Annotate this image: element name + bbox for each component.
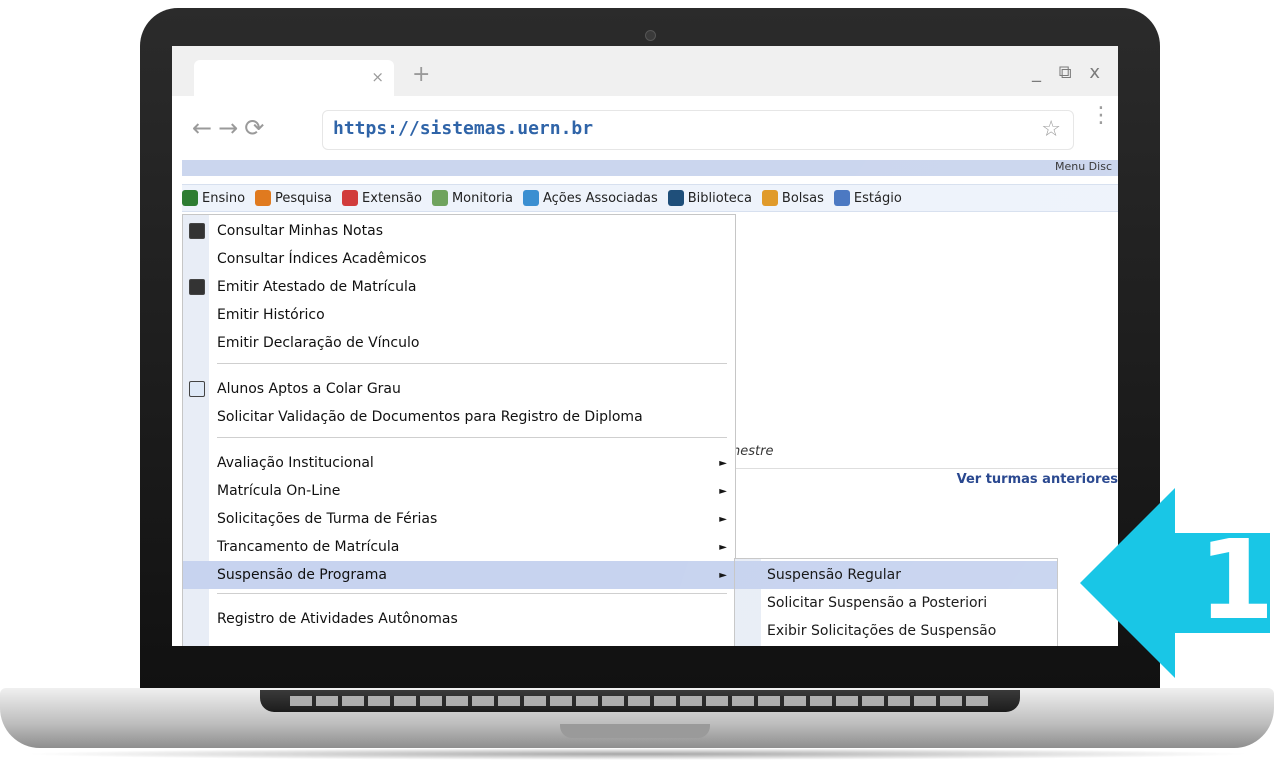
dropdown-item-emitir-atestado-de-matricula[interactable]: Emitir Atestado de Matrícula	[183, 273, 735, 301]
flask-icon	[255, 190, 272, 206]
books-icon	[182, 190, 198, 206]
dropdown-item-label: Matrícula On-Line	[217, 483, 341, 499]
menubar-item-label: Extensão	[362, 190, 422, 206]
menubar-item-label: Estágio	[853, 190, 902, 206]
keyboard-keys	[290, 696, 990, 706]
background-divider	[732, 468, 1118, 469]
dropdown-item-label: Consultar Índices Acadêmicos	[217, 251, 427, 267]
dropdown-item-alunos-aptos-a-colar-grau[interactable]: Alunos Aptos a Colar Grau	[183, 375, 735, 403]
library-icon	[667, 190, 684, 206]
dropdown-separator	[217, 437, 727, 438]
suspensao-submenu: Suspensão Regular Solicitar Suspensão a P…	[734, 558, 1058, 646]
menubar-item-extens-o[interactable]: Extensão	[342, 190, 422, 206]
menubar-item-bolsas[interactable]: Bolsas	[761, 190, 824, 206]
laptop-shadow	[20, 748, 1254, 760]
dropdown-item-label: Registro de Atividades Autônomas	[217, 611, 458, 627]
dropdown-item-matricula-on-line[interactable]: Matrícula On-Line ►	[183, 477, 735, 505]
submenu-item-label: Exibir Solicitações de Suspensão	[767, 623, 997, 639]
main-menubar: Ensino Pesquisa Extensão Monitoria Ações Ass…	[182, 184, 1118, 212]
menubar-item-ensino[interactable]: Ensino	[182, 190, 245, 206]
menubar-item-label: Ações Associadas	[542, 190, 658, 206]
menubar-item-label: Pesquisa	[275, 190, 333, 206]
dropdown-item-registro-de-atividades-autonomas[interactable]: Registro de Atividades Autônomas	[183, 605, 735, 633]
dropdown-separator	[217, 363, 727, 364]
ensino-dropdown: Consultar Minhas Notas Consultar Índices …	[182, 214, 736, 646]
callout-number: 1	[1198, 516, 1270, 644]
dropdown-item-label: Trancamento de Matrícula	[217, 539, 400, 555]
browser-tab[interactable]: ×	[194, 60, 394, 96]
browser-menu-icon[interactable]: ⋮	[1090, 105, 1112, 127]
laptop-notch	[560, 724, 710, 738]
window-icon	[189, 381, 205, 397]
person-icon	[761, 190, 778, 206]
dropdown-item-label: Solicitar Validação de Documentos para R…	[217, 409, 643, 425]
dropdown-item-label: Emitir Histórico	[217, 307, 325, 323]
puzzle-icon	[522, 190, 539, 206]
dropdown-item-label: Consultar Minhas Notas	[217, 223, 383, 239]
dropdown-item-emitir-historico[interactable]: Emitir Histórico	[183, 301, 735, 329]
dropdown-separator	[217, 593, 727, 594]
menubar-item-label: Ensino	[202, 190, 246, 206]
menubar-item-est-gio[interactable]: Estágio	[833, 190, 902, 206]
submenu-arrow-icon: ►	[719, 541, 727, 553]
submenu-arrow-icon: ►	[719, 513, 727, 525]
submenu-arrow-icon: ►	[719, 457, 727, 469]
phone-icon	[189, 223, 205, 239]
background-text: nestre	[732, 444, 774, 459]
url-field[interactable]: https://sistemas.uern.br ☆	[322, 110, 1074, 150]
top-strip: Menu Disc	[182, 160, 1118, 176]
tab-close-icon[interactable]: ×	[371, 68, 384, 86]
window-controls[interactable]: _ ⧉ x	[1032, 62, 1106, 83]
browser-screen: × + _ ⧉ x ←→⟳ https://sistemas.uern.br ☆…	[172, 46, 1118, 646]
dropdown-item-label: Alunos Aptos a Colar Grau	[217, 381, 401, 397]
monitor-icon	[431, 190, 448, 206]
web-page: Menu Disc Ensino Pesquisa Extensão Monitori…	[172, 160, 1118, 646]
dropdown-item-consultar-indices-academicos[interactable]: Consultar Índices Acadêmicos	[183, 245, 735, 273]
dropdown-item-avaliacao-institucional[interactable]: Avaliação Institucional ►	[183, 449, 735, 477]
navigation-buttons[interactable]: ←→⟳	[192, 114, 270, 142]
dropdown-item-solicitacoes-de-turma-de-ferias[interactable]: Solicitações de Turma de Férias ►	[183, 505, 735, 533]
dropdown-item-consultar-minhas-notas[interactable]: Consultar Minhas Notas	[183, 217, 735, 245]
camera-dot	[645, 30, 656, 41]
dropdown-item-label: Emitir Atestado de Matrícula	[217, 279, 417, 295]
submenu-item-label: Solicitar Suspensão a Posteriori	[767, 595, 988, 611]
new-tab-button[interactable]: +	[412, 62, 430, 87]
menubar-item-a-es-associadas[interactable]: Ações Associadas	[522, 190, 658, 206]
dropdown-item-label: Emitir Declaração de Vínculo	[217, 335, 420, 351]
dropdown-item-label: Avaliação Institucional	[217, 455, 374, 471]
dropdown-item-emitir-declaracao-de-vinculo[interactable]: Emitir Declaração de Vínculo	[183, 329, 735, 357]
menubar-item-label: Bolsas	[781, 190, 824, 206]
dropdown-item-trancamento-de-matricula[interactable]: Trancamento de Matrícula ►	[183, 533, 735, 561]
menubar-item-pesquisa[interactable]: Pesquisa	[255, 190, 332, 206]
heart-hands-icon	[342, 190, 359, 206]
dropdown-item-label: Solicitações de Turma de Férias	[217, 511, 438, 527]
address-bar: ←→⟳ https://sistemas.uern.br ☆ ⋮	[172, 96, 1118, 160]
menubar-item-label: Biblioteca	[687, 190, 752, 206]
dropdown-item-suspensao-de-programa[interactable]: Suspensão de Programa ►	[183, 561, 735, 589]
badge-icon	[833, 190, 850, 206]
dropdown-item-label: Suspensão de Programa	[217, 567, 387, 583]
dropdown-item-solicitar-validacao-de-documentos-para-registro-de-diploma[interactable]: Solicitar Validação de Documentos para R…	[183, 403, 735, 431]
menubar-item-monitoria[interactable]: Monitoria	[431, 190, 513, 206]
submenu-item-exibir-solicitacoes-de-suspensao[interactable]: Exibir Solicitações de Suspensão	[735, 617, 1057, 645]
submenu-item-solicitar-suspensao-a-posteriori[interactable]: Solicitar Suspensão a Posteriori	[735, 589, 1057, 617]
menubar-item-label: Monitoria	[451, 190, 513, 206]
bookmark-star-icon[interactable]: ☆	[1041, 117, 1061, 142]
callout-arrow: 1	[1080, 488, 1270, 678]
tab-bar: × + _ ⧉ x	[172, 46, 1118, 96]
phone-icon	[189, 279, 205, 295]
submenu-item-label: Suspensão Regular	[767, 567, 902, 583]
url-text[interactable]: https://sistemas.uern.br	[333, 118, 593, 139]
submenu-arrow-icon: ►	[719, 485, 727, 497]
submenu-arrow-icon: ►	[719, 569, 727, 581]
menubar-item-biblioteca[interactable]: Biblioteca	[667, 190, 752, 206]
menu-disc-link[interactable]: Menu Disc	[1055, 160, 1112, 173]
submenu-item-suspensao-regular[interactable]: Suspensão Regular	[735, 561, 1057, 589]
